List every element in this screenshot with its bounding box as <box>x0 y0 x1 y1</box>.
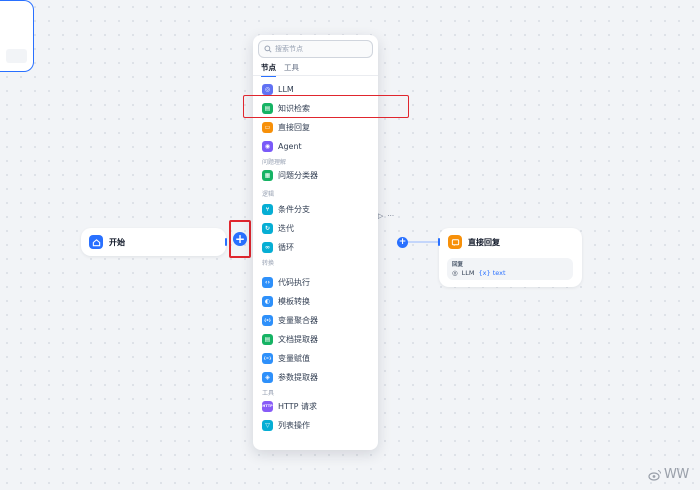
node-item-label: 知识检索 <box>278 103 310 113</box>
start-node[interactable]: 开始 <box>81 228 227 256</box>
group-label: 逻辑 <box>262 191 275 198</box>
tabs-divider <box>253 75 378 76</box>
edge-llm-to-reply <box>408 241 439 243</box>
variable-assigner-icon: {=} <box>262 352 273 364</box>
watermark-text: WW <box>664 467 689 482</box>
node-item-iteration[interactable]: ↻ 迭代 <box>262 221 294 235</box>
node-item-question-classifier[interactable]: ▦ 问题分类器 <box>262 168 318 182</box>
llm-icon: ◎ <box>262 83 273 95</box>
reply-value-variable: {x} text <box>478 269 506 277</box>
template-icon: ◐ <box>262 295 273 307</box>
group-label: 工具 <box>262 390 275 397</box>
play-icon[interactable]: ▷ <box>378 212 383 220</box>
node-item-http-request[interactable]: HTTP HTTP 请求 <box>262 399 317 413</box>
reply-value-source: LLM <box>461 269 475 277</box>
node-item-code[interactable]: ‹› 代码执行 <box>262 275 310 289</box>
node-item-label: 文档提取器 <box>278 334 318 344</box>
iteration-icon: ↻ <box>262 222 273 234</box>
node-item-agent[interactable]: ◉ Agent <box>262 139 302 153</box>
variable-aggregator-icon: {x} <box>262 314 273 326</box>
knowledge-retrieval-icon: ▤ <box>262 102 273 114</box>
if-else-icon: ⑂ <box>262 203 273 215</box>
llm-source-icon: ◎ <box>452 269 458 277</box>
agent-icon: ◉ <box>262 140 273 152</box>
node-search-input[interactable] <box>275 45 370 53</box>
direct-reply-icon <box>448 235 462 249</box>
node-item-loop[interactable]: ∞ 循环 <box>262 240 294 254</box>
node-item-if-else[interactable]: ⑂ 条件分支 <box>262 202 310 216</box>
code-icon: ‹› <box>262 276 273 288</box>
reply-field[interactable]: 回复 ◎ LLM {x} text <box>447 258 573 280</box>
reply-field-label: 回复 <box>452 262 464 268</box>
node-item-direct-reply[interactable]: ▭ 直接回复 <box>262 120 310 134</box>
more-icon[interactable]: ··· <box>387 212 394 220</box>
node-item-label: HTTP 请求 <box>278 401 318 411</box>
parameter-extractor-icon: ◈ <box>262 371 273 383</box>
llm-node-field <box>6 49 27 63</box>
node-item-variable-assigner[interactable]: {=} 变量赋值 <box>262 351 310 365</box>
node-item-template[interactable]: ◐ 模板转换 <box>262 294 310 308</box>
node-item-label: 变量赋值 <box>278 353 310 363</box>
node-item-label: 迭代 <box>278 223 294 233</box>
node-item-knowledge-retrieval[interactable]: ▤ 知识检索 <box>262 101 310 115</box>
node-item-label: 变量聚合器 <box>278 315 318 325</box>
weibo-logo-icon <box>648 469 662 481</box>
node-item-variable-aggregator[interactable]: {x} 变量聚合器 <box>262 313 318 327</box>
home-icon <box>89 235 103 249</box>
node-item-label: Agent <box>278 141 302 151</box>
node-item-label: 直接回复 <box>278 122 310 132</box>
node-item-parameter-extractor[interactable]: ◈ 参数提取器 <box>262 370 318 384</box>
watermark: WW <box>648 467 689 482</box>
direct-reply-node[interactable]: 直接回复 回复 ◎ LLM {x} text <box>438 228 582 287</box>
node-item-label: 循环 <box>278 242 294 252</box>
llm-node-add-button[interactable]: + <box>397 237 408 248</box>
node-item-doc-extractor[interactable]: ▤ 文档提取器 <box>262 332 318 346</box>
add-node-button[interactable]: + <box>233 232 247 246</box>
node-item-label: 条件分支 <box>278 204 310 214</box>
list-operator-icon: ▽ <box>262 419 273 431</box>
reply-node-title: 直接回复 <box>468 237 500 247</box>
node-item-label: LLM <box>278 84 294 94</box>
add-node-highlight-box: + <box>229 220 251 258</box>
node-item-label: 模板转换 <box>278 296 310 306</box>
node-search-box[interactable] <box>258 40 373 58</box>
node-picker-panel: 节点 工具 ◎LLM▤知识检索▭直接回复◉Agent问题理解▦问题分类器逻辑⑂条… <box>253 35 378 450</box>
group-label: 问题理解 <box>262 159 287 166</box>
llm-node[interactable] <box>0 0 34 72</box>
doc-extractor-icon: ▤ <box>262 333 273 345</box>
node-item-label: 问题分类器 <box>278 170 318 180</box>
search-icon <box>264 45 272 53</box>
loop-icon: ∞ <box>262 241 273 253</box>
reply-node-input-handle[interactable] <box>438 238 440 246</box>
start-node-output-handle[interactable] <box>225 238 227 246</box>
node-item-label: 参数提取器 <box>278 372 318 382</box>
node-item-label: 代码执行 <box>278 277 310 287</box>
question-classifier-icon: ▦ <box>262 169 273 181</box>
http-request-icon: HTTP <box>262 400 273 412</box>
start-node-title: 开始 <box>109 237 125 247</box>
group-label: 转换 <box>262 260 275 267</box>
node-item-llm[interactable]: ◎ LLM <box>262 82 294 96</box>
node-item-list-operator[interactable]: ▽ 列表操作 <box>262 418 310 432</box>
direct-reply-icon: ▭ <box>262 121 273 133</box>
llm-node-toolbar: ▷ ··· <box>378 212 394 220</box>
node-item-label: 列表操作 <box>278 420 310 430</box>
